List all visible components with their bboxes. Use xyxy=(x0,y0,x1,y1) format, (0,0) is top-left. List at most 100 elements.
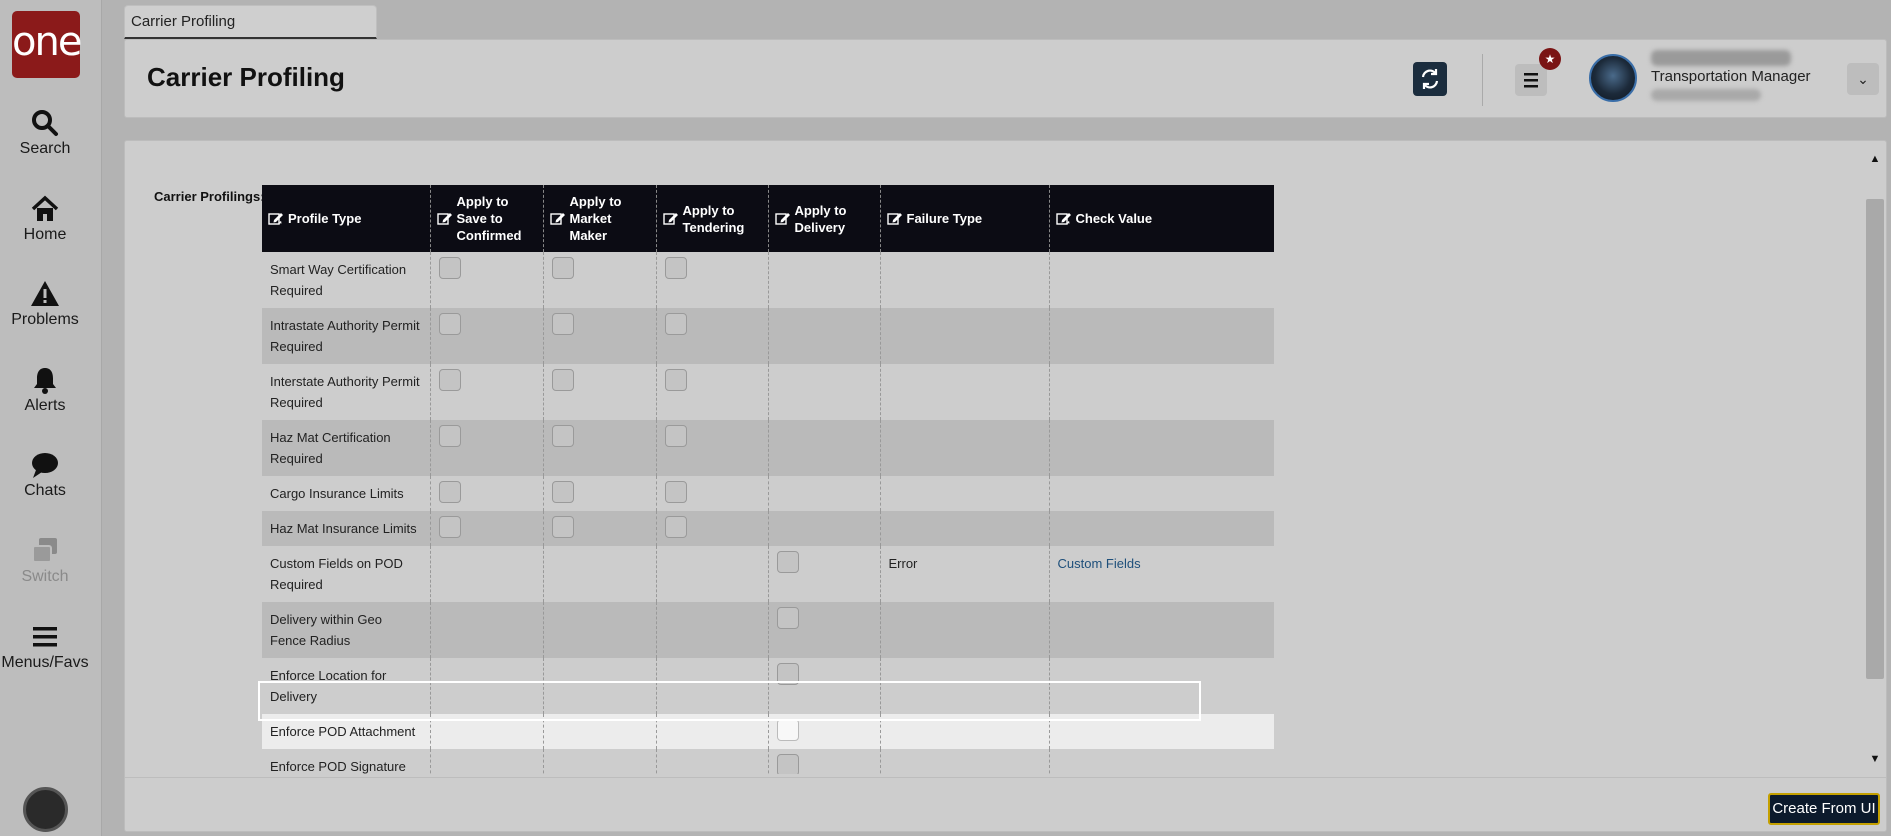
checkbox[interactable] xyxy=(776,663,799,685)
cell-profile-type: Smart Way Certification Required xyxy=(262,252,431,308)
svg-text:*: * xyxy=(1067,221,1070,227)
menu-icon xyxy=(33,627,57,647)
checkbox[interactable] xyxy=(438,516,461,538)
checkbox[interactable] xyxy=(438,257,461,279)
cell-check-value: Custom Fields xyxy=(1049,546,1274,602)
nav-problems[interactable]: Problems xyxy=(0,279,90,329)
checkbox[interactable] xyxy=(551,257,574,279)
cell-delivery xyxy=(768,749,881,774)
nav-switch: Switch xyxy=(0,536,90,586)
app-logo[interactable]: one xyxy=(12,11,82,78)
user-avatar[interactable] xyxy=(1589,54,1637,102)
cell-check-value xyxy=(1049,364,1274,420)
cell-save-to-confirmed xyxy=(430,749,544,774)
table-row: Delivery within Geo Fence Radius xyxy=(262,602,1274,658)
col-header-tendering[interactable]: Apply to Tendering xyxy=(656,185,769,252)
cell-delivery xyxy=(768,602,881,658)
nav-switch-label: Switch xyxy=(21,568,69,585)
checkbox[interactable] xyxy=(776,551,799,573)
favorites-menu-button[interactable] xyxy=(1515,64,1547,96)
checkbox[interactable] xyxy=(551,425,574,447)
cell-check-value xyxy=(1049,511,1274,546)
home-icon xyxy=(31,195,59,221)
col-header-label: Apply to Delivery xyxy=(794,202,847,235)
hamburger-icon xyxy=(1524,73,1538,88)
refresh-button[interactable] xyxy=(1413,62,1447,96)
col-header-profile-type[interactable]: * Profile Type xyxy=(262,185,431,252)
cell-failure-type xyxy=(880,658,1050,714)
cell-failure-type xyxy=(880,420,1050,476)
cell-delivery xyxy=(768,308,881,364)
warning-icon xyxy=(31,281,59,306)
carrier-profilings-table: * Profile Type Apply to Save to Confirmed… xyxy=(262,185,1274,774)
edit-icon xyxy=(436,212,452,225)
cell-save-to-confirmed xyxy=(430,602,544,658)
cell-failure-type: Error xyxy=(880,546,1050,602)
enforce-pod-attachment-checkbox[interactable] xyxy=(776,719,799,741)
cell-tendering xyxy=(656,252,769,308)
cell-save-to-confirmed xyxy=(430,364,544,420)
cell-failure-type xyxy=(880,364,1050,420)
cell-delivery xyxy=(768,658,881,714)
nav-chats[interactable]: Chats xyxy=(0,450,90,500)
col-header-save-to-confirmed[interactable]: Apply to Save to Confirmed xyxy=(430,185,544,252)
col-header-check-value[interactable]: * Check Value xyxy=(1049,185,1274,252)
col-header-failure-type[interactable]: Failure Type xyxy=(880,185,1050,252)
checkbox[interactable] xyxy=(551,516,574,538)
header-divider xyxy=(1482,54,1483,106)
nav-alerts-label: Alerts xyxy=(24,397,66,414)
scroll-up-arrow[interactable]: ▲ xyxy=(1867,153,1883,169)
scroll-down-arrow[interactable]: ▼ xyxy=(1867,753,1883,769)
checkbox[interactable] xyxy=(664,516,687,538)
checkbox[interactable] xyxy=(551,369,574,391)
sidebar-user-avatar[interactable] xyxy=(23,787,68,832)
nav-home[interactable]: Home xyxy=(0,194,90,244)
checkbox[interactable] xyxy=(664,313,687,335)
checkbox[interactable] xyxy=(664,257,687,279)
checkbox[interactable] xyxy=(551,481,574,503)
checkbox[interactable] xyxy=(551,313,574,335)
cell-check-value xyxy=(1049,749,1274,774)
cell-save-to-confirmed xyxy=(430,658,544,714)
create-from-ui-button[interactable]: Create From UI xyxy=(1768,793,1880,825)
cell-delivery xyxy=(768,420,881,476)
cell-market-maker xyxy=(543,420,657,476)
chat-icon xyxy=(32,453,58,478)
checkbox[interactable] xyxy=(664,369,687,391)
tab-carrier-profiling[interactable]: Carrier Profiling xyxy=(124,5,377,39)
checkbox[interactable] xyxy=(664,481,687,503)
bell-icon xyxy=(34,368,56,394)
vertical-scrollbar[interactable] xyxy=(1866,199,1884,679)
page-header: Carrier Profiling ★ Transportation Manag… xyxy=(124,39,1887,118)
table-row: Haz Mat Insurance Limits xyxy=(262,511,1274,546)
cell-save-to-confirmed xyxy=(430,546,544,602)
table-row: Interstate Authority Permit Required xyxy=(262,364,1274,420)
col-header-label: Failure Type xyxy=(906,211,983,226)
checkbox[interactable] xyxy=(776,754,799,774)
col-header-market-maker[interactable]: Apply to Market Maker xyxy=(543,185,657,252)
cell-profile-type: Intrastate Authority Permit Required xyxy=(262,308,431,364)
cell-check-value xyxy=(1049,252,1274,308)
search-icon xyxy=(32,110,58,136)
nav-menus-favs[interactable]: Menus/Favs xyxy=(0,622,90,672)
cell-failure-type xyxy=(880,476,1050,511)
user-role: Transportation Manager xyxy=(1651,68,1811,85)
checkbox[interactable] xyxy=(664,425,687,447)
checkbox[interactable] xyxy=(438,313,461,335)
page-title: Carrier Profiling xyxy=(147,62,345,92)
checkbox[interactable] xyxy=(438,481,461,503)
checkbox[interactable] xyxy=(438,425,461,447)
chevron-down-icon: ⌄ xyxy=(1857,71,1869,87)
nav-alerts[interactable]: Alerts xyxy=(0,365,90,415)
cell-market-maker xyxy=(543,546,657,602)
table-row: Intrastate Authority Permit Required xyxy=(262,308,1274,364)
cell-profile-type: Haz Mat Insurance Limits xyxy=(262,511,431,546)
cell-profile-type: Delivery within Geo Fence Radius xyxy=(262,602,431,658)
col-header-delivery[interactable]: Apply to Delivery xyxy=(768,185,881,252)
user-menu-toggle[interactable]: ⌄ xyxy=(1847,63,1879,95)
custom-fields-link[interactable]: Custom Fields xyxy=(1058,556,1141,571)
checkbox[interactable] xyxy=(776,607,799,629)
nav-search[interactable]: Search xyxy=(0,108,90,158)
checkbox[interactable] xyxy=(438,369,461,391)
cell-tendering xyxy=(656,658,769,714)
